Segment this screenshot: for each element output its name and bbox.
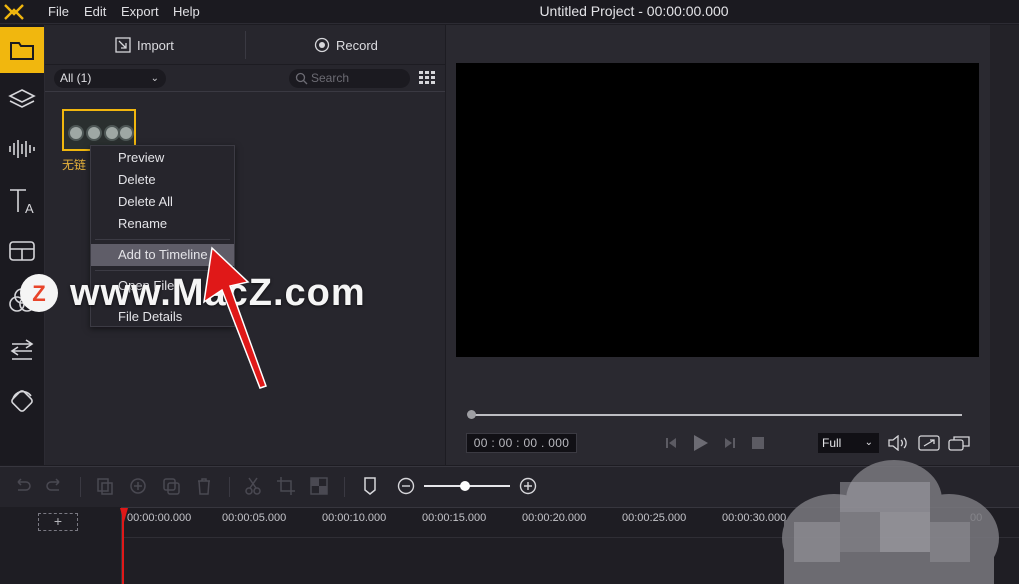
import-icon (115, 37, 131, 53)
prev-frame-button[interactable] (662, 433, 680, 453)
rail-text-button[interactable]: A (0, 178, 44, 224)
rail-elements-button[interactable] (0, 378, 44, 424)
ruler-tick-label: 00:00:25.000 (622, 512, 687, 524)
record-button[interactable]: Record (314, 37, 378, 53)
reel-icon (86, 125, 102, 141)
redo-icon[interactable] (45, 476, 65, 496)
zoom-in-icon[interactable] (518, 476, 538, 496)
search-icon (295, 72, 308, 85)
window-title: Untitled Project - 00:00:00.000 (539, 3, 729, 19)
toolbar-divider (245, 31, 246, 59)
search-input[interactable]: Search (289, 69, 410, 88)
ruler-tick-label: 00:00:10.000 (322, 512, 387, 524)
stop-icon (752, 437, 764, 449)
add-track-button[interactable]: + (38, 513, 78, 531)
reel-icon (68, 125, 84, 141)
watermark-badge-letter: Z (32, 281, 45, 306)
volume-icon (888, 435, 907, 451)
toolbar-separator (344, 477, 345, 497)
filters-icon (9, 241, 35, 261)
transitions-icon (10, 339, 34, 360)
ctx-rename[interactable]: Rename (91, 213, 234, 235)
rail-audio-button[interactable] (0, 126, 44, 172)
chevron-down-icon: ⌄ (150, 73, 159, 84)
watermark-logo-icon: Z (32, 281, 45, 306)
preview-zoom-value: Full (822, 436, 842, 450)
zoom-out-icon[interactable] (396, 476, 416, 496)
watermark-badge: Z (20, 274, 58, 312)
ctx-delete[interactable]: Delete (91, 169, 234, 191)
crop-icon[interactable] (276, 476, 296, 496)
mosaic-icon[interactable] (309, 476, 329, 496)
marker-icon[interactable] (360, 476, 380, 496)
elements-icon (11, 390, 33, 412)
preview-zoom-dropdown[interactable]: Full ⌄ (818, 433, 879, 453)
text-icon: A (10, 189, 34, 215)
ruler-tick-label: 00:00:05.000 (222, 512, 287, 524)
copy-icon[interactable] (95, 476, 115, 496)
preview-scrub-track[interactable] (472, 414, 962, 416)
duplicate-icon[interactable] (161, 476, 181, 496)
rail-filters-button[interactable] (0, 228, 44, 274)
menu-bar: File Edit Export Help Untitled Project -… (0, 0, 1019, 24)
delete-icon[interactable] (194, 476, 214, 496)
record-label: Record (336, 37, 378, 53)
toolbar-separator (80, 477, 81, 497)
volume-button[interactable] (886, 433, 910, 453)
red-annotation-arrow-icon (203, 246, 267, 389)
media-clip-caption: 无链 (62, 158, 87, 172)
snapshot-icon (918, 435, 940, 451)
stop-button[interactable] (749, 433, 767, 453)
playhead-handle[interactable] (120, 508, 128, 522)
tool-rail: A (0, 25, 45, 465)
next-frame-button[interactable] (721, 433, 739, 453)
undo-icon[interactable] (12, 476, 32, 496)
ruler-tick-label: 00:00:00.000 (127, 512, 192, 524)
chevron-down-icon: ⌄ (864, 437, 873, 448)
timeline-zoom-handle[interactable] (460, 481, 470, 491)
audio-waveform-icon (9, 140, 35, 158)
rail-media-button[interactable] (0, 27, 44, 73)
svg-text:A: A (25, 201, 34, 215)
rail-layers-button[interactable] (0, 77, 44, 123)
import-label: Import (137, 37, 174, 53)
media-folder-icon (10, 42, 34, 60)
fullscreen-button[interactable] (947, 433, 971, 453)
cloud-watermark-icon (782, 460, 999, 584)
grid-view-icon[interactable] (419, 71, 435, 85)
layers-icon (8, 89, 36, 108)
import-button[interactable]: Import (115, 37, 174, 53)
record-icon (314, 37, 330, 53)
media-toolbar: Import Record (45, 25, 445, 65)
fullscreen-icon (948, 436, 970, 451)
reel-icon (118, 125, 134, 141)
split-icon[interactable] (243, 476, 263, 496)
ctx-delete-all[interactable]: Delete All (91, 191, 234, 213)
step-forward-icon (725, 438, 735, 448)
preview-timecode: 00 : 00 : 00 . 000 (466, 433, 577, 453)
media-filter-value: All (1) (60, 71, 92, 85)
paste-icon[interactable] (128, 476, 148, 496)
preview-scrub-handle[interactable] (467, 410, 476, 419)
ctx-preview[interactable]: Preview (91, 147, 234, 169)
preview-side-strip (990, 25, 1019, 465)
ruler-tick-label: 00:00:20.000 (522, 512, 587, 524)
play-button[interactable] (689, 433, 711, 453)
rail-transitions-button[interactable] (0, 328, 44, 374)
toolbar-separator (229, 477, 230, 497)
search-placeholder: Search (311, 71, 350, 85)
filter-row: All (1) ⌄ Search (45, 65, 445, 91)
snapshot-button[interactable] (917, 433, 941, 453)
step-back-icon (666, 438, 676, 448)
media-filter-dropdown[interactable]: All (1) ⌄ (54, 69, 166, 88)
ruler-tick-label: 00:00:15.000 (422, 512, 487, 524)
preview-screen (456, 63, 979, 357)
media-divider (45, 91, 445, 92)
play-icon (694, 435, 708, 451)
